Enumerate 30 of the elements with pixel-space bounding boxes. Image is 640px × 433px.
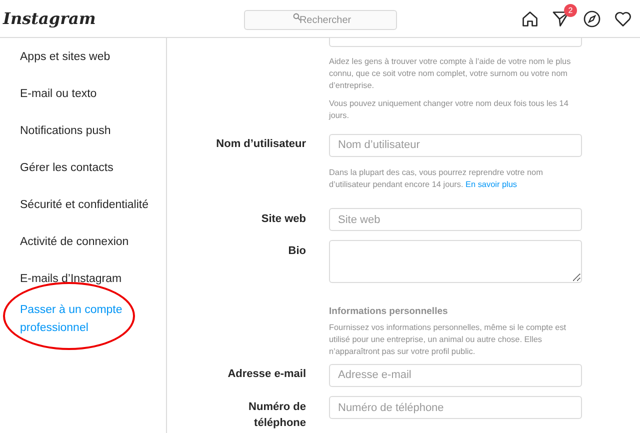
- bio-field[interactable]: [329, 240, 582, 283]
- text-field[interactable]: Numéro de téléphone: [329, 396, 582, 420]
- sidebar-item[interactable]: Sécurité et confidentialité: [0, 186, 166, 223]
- compass-icon[interactable]: [583, 10, 601, 28]
- text-field[interactable]: Adresse e-mail: [329, 364, 582, 387]
- search-field[interactable]: Rechercher: [244, 10, 397, 30]
- sidebar-item[interactable]: Notifications push: [0, 112, 166, 149]
- sidebar-item[interactable]: Apps et sites web: [0, 38, 166, 75]
- field-label: Numéro de téléphone: [248, 400, 306, 432]
- field-label: Nom d’utilisateur: [215, 137, 306, 152]
- search-icon: [292, 12, 301, 20]
- sidebar-item[interactable]: E-mails d’Instagram: [0, 260, 166, 297]
- sidebar-item[interactable]: Gérer les contacts: [0, 149, 166, 186]
- help-text: Dans la plupart des cas, vous pourrez reprendre votre nom d’utilisateur pendant encore 14 jours. En savoir plus: [329, 166, 544, 190]
- notification-badge: 2: [564, 4, 577, 16]
- field-label: Adresse e-mail: [226, 367, 306, 382]
- section-heading: Informations personnelles: [329, 305, 449, 319]
- field-label: Bio: [287, 244, 306, 259]
- text-field[interactable]: Site web: [329, 208, 582, 231]
- field-label: Site web: [260, 212, 306, 226]
- text-field[interactable]: [329, 38, 582, 47]
- text-field[interactable]: Nom d’utilisateur: [329, 134, 582, 156]
- sidebar-item[interactable]: E-mail ou texto: [0, 75, 166, 112]
- instagram-logo[interactable]: Instagram: [3, 6, 96, 30]
- heart-icon[interactable]: [614, 10, 632, 28]
- sidebar-item[interactable]: Activité de connexion: [0, 223, 166, 260]
- help-text: Aidez les gens à trouver votre compte à l’aide de votre nom le plus connu, que ce soit votre nom complet, votre surnom ou votre nom d’entreprise.: [329, 56, 572, 92]
- help-text: Vous pouvez uniquement changer votre nom deux fois tous les 14 jours.: [329, 98, 570, 122]
- section-description: Fournissez vos informations personnelles, même si le compte est utilisé pour une entreprise, un animal ou autre chose. Elles n’apparaîtront pas sur votre profil public.: [329, 322, 568, 358]
- home-icon[interactable]: [521, 10, 539, 28]
